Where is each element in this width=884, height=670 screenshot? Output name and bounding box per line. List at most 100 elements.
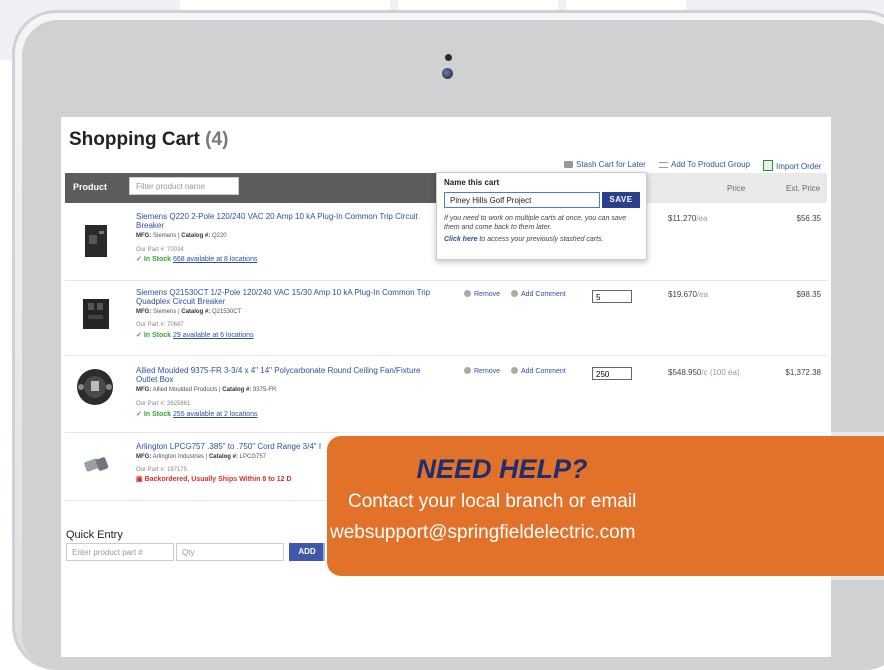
excel-icon bbox=[763, 160, 773, 171]
product-mfg: MFG: Siemens | Catalog #: Q220 bbox=[136, 233, 227, 239]
availability-link[interactable]: 29 available at 6 locations bbox=[173, 332, 254, 339]
unit-price: $19.670/ea bbox=[668, 290, 708, 299]
banner-heading: NEED HELP? bbox=[416, 454, 588, 484]
extended-price: $98.35 bbox=[796, 290, 821, 299]
catalog-label: Catalog #: bbox=[181, 309, 211, 315]
cart-row: Allied Moulded 9375-FR 3-3/4 x 4" 14" Po… bbox=[65, 355, 827, 433]
front-sensor-icon bbox=[445, 54, 452, 61]
popup-title: Name this cart bbox=[444, 178, 500, 187]
our-part-number: Our Part #: 187175 bbox=[136, 467, 188, 473]
unit-price: $548.950/c (100 ea) bbox=[668, 368, 740, 377]
quantity-input[interactable]: 250 bbox=[592, 367, 632, 380]
need-help-banner: NEED HELP? Contact your local branch or … bbox=[327, 436, 884, 576]
add-comment-button[interactable]: Add Comment bbox=[511, 290, 566, 298]
catalog-label: Catalog #: bbox=[208, 454, 238, 460]
import-order-link[interactable]: Import Order bbox=[763, 160, 821, 171]
add-to-product-group-link[interactable]: Add To Product Group bbox=[659, 160, 750, 169]
product-name-link[interactable]: Allied Moulded 9375-FR 3-3/4 x 4" 14" Po… bbox=[136, 366, 436, 384]
quantity-input[interactable]: 5 bbox=[592, 290, 632, 303]
cart-title-text: Shopping Cart bbox=[69, 129, 200, 150]
price-unit: /c (100 ea) bbox=[701, 368, 740, 377]
price-value: $11.270 bbox=[668, 214, 697, 223]
stash-cart-label: Stash Cart for Later bbox=[576, 160, 646, 169]
cart-count: (4) bbox=[205, 129, 229, 150]
product-name-link[interactable]: Siemens Q21530CT 1/2-Pole 120/240 VAC 15… bbox=[136, 288, 436, 306]
mfg-value: Siemens bbox=[153, 233, 177, 239]
remove-label: Remove bbox=[474, 291, 501, 298]
name-cart-popup: Name this cart Piney Hills Golf Project … bbox=[436, 172, 647, 260]
backorder-status: ▣ Backordered, Usually Ships Within 8 to… bbox=[136, 475, 292, 483]
quadplex-breaker-product-image bbox=[83, 299, 109, 329]
quick-entry-qty-input[interactable]: Qty bbox=[176, 543, 284, 561]
popup-link-rest: to access your previously stashed carts. bbox=[477, 236, 604, 243]
mfg-value: Allied Moulded Products bbox=[152, 387, 218, 393]
quick-entry-title: Quick Entry bbox=[66, 529, 123, 541]
cart-row: Siemens Q21530CT 1/2-Pole 120/240 VAC 15… bbox=[65, 280, 827, 356]
add-icon bbox=[511, 290, 518, 297]
product-column-header: Product bbox=[73, 182, 108, 192]
catalog-value: Q21530CT bbox=[211, 309, 242, 315]
banner-email-link[interactable]: websupport@springfieldelectric.com bbox=[330, 522, 635, 544]
check-icon: ✓ bbox=[136, 256, 142, 263]
in-stock-label: In Stock bbox=[143, 256, 172, 263]
cord-connector-product-image bbox=[84, 457, 109, 472]
popup-help-link-text: Click here to access your previously sta… bbox=[444, 236, 642, 243]
quick-entry-add-button[interactable]: ADD bbox=[289, 543, 325, 561]
stock-status: ✓ In Stock 29 available at 6 locations bbox=[136, 331, 254, 339]
extended-price: $56.35 bbox=[796, 214, 821, 223]
price-column-header: Price bbox=[727, 184, 746, 193]
availability-link[interactable]: 668 available at 8 locations bbox=[173, 256, 257, 263]
remove-icon bbox=[464, 367, 471, 374]
catalog-value: Q220 bbox=[211, 233, 227, 239]
folder-icon bbox=[564, 161, 573, 168]
extended-price: $1,372.38 bbox=[785, 368, 821, 377]
list-icon bbox=[659, 162, 668, 168]
add-group-label: Add To Product Group bbox=[671, 160, 751, 169]
camera-icon bbox=[442, 68, 453, 79]
mfg-label: MFG: bbox=[136, 309, 152, 315]
price-unit: /ea bbox=[696, 290, 709, 299]
product-name-link[interactable]: Siemens Q220 2-Pole 120/240 VAC 20 Amp 1… bbox=[136, 212, 436, 230]
product-mfg: MFG: Siemens | Catalog #: Q21530CT bbox=[136, 309, 242, 315]
in-stock-label: In Stock bbox=[143, 411, 172, 418]
product-mfg: MFG: Allied Moulded Products | Catalog #… bbox=[136, 387, 277, 393]
price-value: $548.950 bbox=[668, 368, 702, 377]
remove-button[interactable]: Remove bbox=[464, 367, 500, 375]
banner-contact-text: Contact your local branch or email bbox=[348, 491, 637, 512]
check-icon: ✓ bbox=[136, 332, 142, 339]
tablet-screen: Shopping Cart (4) Stash Cart for Later A… bbox=[61, 117, 831, 657]
page-title: Shopping Cart (4) bbox=[69, 129, 228, 151]
catalog-value: LPCG757 bbox=[239, 454, 266, 460]
catalog-label: Catalog #: bbox=[181, 233, 211, 239]
price-value: $19.670 bbox=[668, 290, 697, 299]
cart-name-input[interactable]: Piney Hills Golf Project bbox=[444, 192, 600, 208]
remove-button[interactable]: Remove bbox=[464, 290, 500, 298]
stock-status: ✓ In Stock 255 available at 2 locations bbox=[136, 410, 257, 418]
remove-icon bbox=[464, 290, 471, 297]
filter-product-input[interactable]: Filter product name bbox=[129, 177, 239, 195]
mfg-label: MFG: bbox=[136, 233, 152, 239]
availability-link[interactable]: 255 available at 2 locations bbox=[173, 411, 257, 418]
catalog-label: Catalog #: bbox=[222, 387, 252, 393]
stashed-carts-link[interactable]: Click here bbox=[444, 236, 477, 243]
our-part-number: Our Part #: 70687 bbox=[136, 322, 184, 328]
quick-entry-part-input[interactable]: Enter product part # bbox=[66, 543, 174, 561]
save-cart-button[interactable]: SAVE bbox=[602, 192, 640, 208]
our-part-number: Our Part #: 70034 bbox=[136, 247, 184, 253]
our-part-number: Our Part #: 2625861 bbox=[136, 401, 191, 407]
mfg-value: Arlington Industries bbox=[152, 454, 205, 460]
stash-cart-link[interactable]: Stash Cart for Later bbox=[564, 160, 646, 169]
popup-help-text: If you need to work on multiple carts at… bbox=[444, 215, 627, 231]
backorder-label: Backordered, Usually Ships Within 8 to 1… bbox=[144, 476, 292, 483]
in-stock-label: In Stock bbox=[143, 332, 172, 339]
catalog-value: 9375-FR bbox=[252, 387, 277, 393]
mfg-label: MFG: bbox=[136, 387, 152, 393]
remove-label: Remove bbox=[474, 368, 501, 375]
add-comment-label: Add Comment bbox=[521, 368, 566, 375]
outlet-box-product-image bbox=[77, 369, 113, 405]
check-icon: ✓ bbox=[136, 411, 142, 418]
add-icon bbox=[511, 367, 518, 374]
add-comment-button[interactable]: Add Comment bbox=[511, 367, 566, 375]
stock-status: ✓ In Stock 668 available at 8 locations bbox=[136, 255, 257, 263]
ext-price-column-header: Ext. Price bbox=[786, 184, 821, 193]
